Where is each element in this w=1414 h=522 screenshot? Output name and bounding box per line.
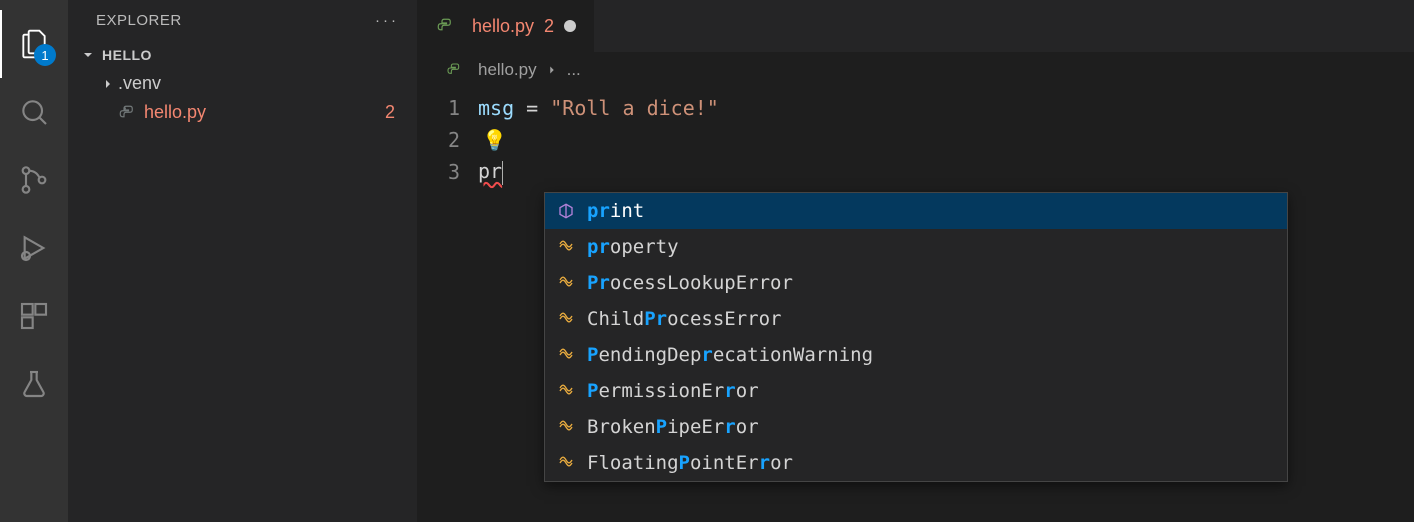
chevron-right-icon — [100, 76, 118, 92]
class-icon — [555, 418, 577, 436]
suggest-label: BrokenPipeError — [587, 416, 759, 438]
text-cursor — [502, 161, 503, 185]
token-operator: = — [514, 96, 550, 120]
suggest-item[interactable]: PermissionError — [545, 373, 1287, 409]
python-file-icon — [446, 62, 462, 78]
search-icon — [18, 96, 50, 128]
suggest-label: property — [587, 236, 679, 258]
python-file-icon — [118, 104, 136, 122]
tab-hello-py[interactable]: hello.py 2 — [418, 0, 595, 52]
suggest-item[interactable]: BrokenPipeError — [545, 409, 1287, 445]
folder-header[interactable]: HELLO — [68, 41, 417, 69]
tree-item-label: .venv — [118, 73, 399, 94]
activity-bar: 1 — [0, 0, 68, 522]
suggest-label: FloatingPointError — [587, 452, 793, 474]
lightbulb-icon[interactable]: 💡 — [478, 128, 507, 152]
class-icon — [555, 238, 577, 256]
suggest-label: ChildProcessError — [587, 308, 781, 330]
activity-testing[interactable] — [0, 350, 68, 418]
tab-error-count: 2 — [544, 16, 554, 37]
suggest-item[interactable]: ProcessLookupError — [545, 265, 1287, 301]
breadcrumbs[interactable]: hello.py ... — [418, 52, 1414, 88]
code-editor[interactable]: 1 msg = "Roll a dice!" 2 💡 3 pr print pro… — [418, 88, 1414, 522]
breadcrumb-file: hello.py — [478, 60, 537, 80]
folder-name: HELLO — [102, 47, 152, 63]
token-error: pr — [478, 159, 502, 183]
activity-explorer[interactable]: 1 — [0, 10, 68, 78]
activity-run-debug[interactable] — [0, 214, 68, 282]
suggest-item[interactable]: ChildProcessError — [545, 301, 1287, 337]
line-number: 1 — [418, 96, 478, 120]
suggest-item[interactable]: print — [545, 193, 1287, 229]
code-line[interactable]: 3 pr — [418, 156, 1414, 188]
run-debug-icon — [18, 232, 50, 264]
tab-label: hello.py — [472, 16, 534, 37]
activity-source-control[interactable] — [0, 146, 68, 214]
sidebar-more-button[interactable]: ··· — [375, 12, 399, 29]
suggest-label: PendingDeprecationWarning — [587, 344, 873, 366]
error-count: 2 — [385, 102, 399, 123]
line-number: 2 — [418, 128, 478, 152]
class-icon — [555, 382, 577, 400]
python-file-icon — [436, 17, 454, 35]
activity-search[interactable] — [0, 78, 68, 146]
tree-item-hello-py[interactable]: hello.py 2 — [68, 98, 417, 127]
class-icon — [555, 454, 577, 472]
beaker-icon — [18, 368, 50, 400]
token-string: "Roll a dice!" — [550, 96, 719, 120]
chevron-down-icon — [80, 47, 96, 63]
line-number: 3 — [418, 160, 478, 184]
sidebar-folder-section: HELLO .venv hello.py 2 — [68, 37, 417, 127]
class-icon — [555, 274, 577, 292]
sidebar-header: EXPLORER ··· — [68, 0, 417, 37]
sidebar: EXPLORER ··· HELLO .venv hello.py — [68, 0, 418, 522]
class-icon — [555, 346, 577, 364]
intellisense-popup[interactable]: print property ProcessLookupError ChildProc… — [544, 192, 1288, 482]
class-icon — [555, 310, 577, 328]
method-icon — [555, 202, 577, 220]
activity-extensions[interactable] — [0, 282, 68, 350]
source-control-icon — [18, 164, 50, 196]
code-line[interactable]: 1 msg = "Roll a dice!" — [418, 92, 1414, 124]
chevron-right-icon — [545, 63, 559, 77]
line-content: msg = "Roll a dice!" — [478, 96, 719, 120]
suggest-item[interactable]: FloatingPointError — [545, 445, 1287, 481]
line-content: pr — [478, 159, 503, 185]
suggest-label: print — [587, 200, 644, 222]
suggest-item[interactable]: PendingDeprecationWarning — [545, 337, 1287, 373]
editor-area: hello.py 2 hello.py ... 1 msg = "Roll a … — [418, 0, 1414, 522]
dirty-indicator-icon — [564, 20, 576, 32]
tab-bar: hello.py 2 — [418, 0, 1414, 52]
explorer-badge: 1 — [34, 44, 56, 66]
code-line[interactable]: 2 💡 — [418, 124, 1414, 156]
suggest-item[interactable]: property — [545, 229, 1287, 265]
token-variable: msg — [478, 96, 514, 120]
line-content: 💡 — [478, 128, 507, 152]
suggest-label: ProcessLookupError — [587, 272, 793, 294]
suggest-label: PermissionError — [587, 380, 759, 402]
tree-item-label: hello.py — [144, 102, 385, 123]
extensions-icon — [18, 300, 50, 332]
sidebar-title: EXPLORER — [96, 12, 182, 29]
tree-item-venv[interactable]: .venv — [68, 69, 417, 98]
breadcrumb-rest: ... — [567, 60, 581, 80]
